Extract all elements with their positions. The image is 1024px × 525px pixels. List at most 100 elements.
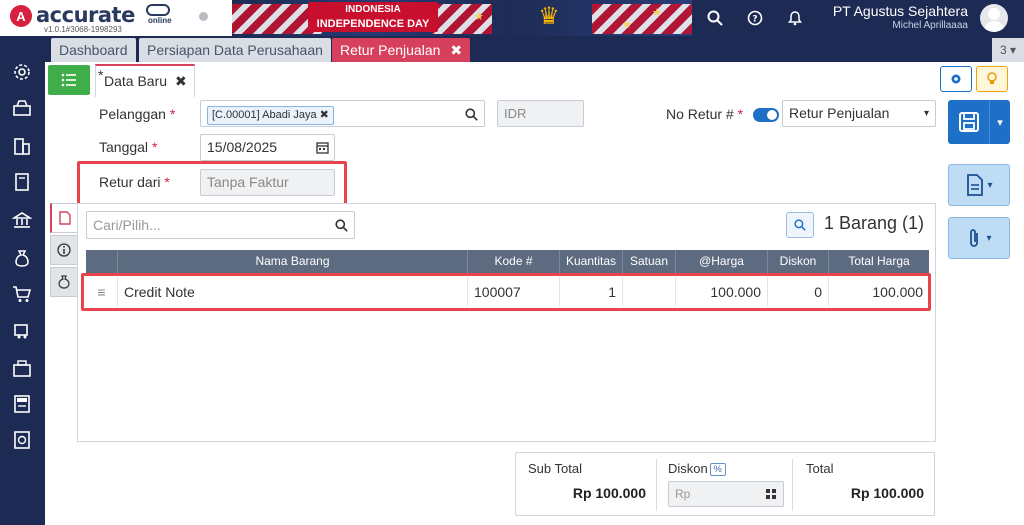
paperclip-icon	[970, 229, 979, 247]
tab-overflow-count[interactable]: 3 ▾	[992, 38, 1024, 62]
highlight-item-row	[81, 273, 931, 311]
tab-label: Dashboard	[59, 42, 128, 58]
lightbulb-icon	[987, 72, 997, 84]
item-search-input[interactable]: Cari/Pilih...	[86, 211, 355, 239]
auto-number-toggle[interactable]	[753, 108, 779, 122]
total-label: Total	[806, 461, 834, 476]
tab-count-value: 3	[999, 43, 1007, 57]
main-panel: * Data Baru ✖ Pelanggan * [C.00001] Abadi…	[45, 62, 1024, 525]
gear-icon	[951, 74, 961, 84]
status-dot	[199, 12, 208, 21]
diskon-label-text: Diskon	[668, 461, 708, 476]
app-version: v1.0.1#3068-1998293	[44, 25, 122, 34]
column-header[interactable]: Diskon	[767, 250, 828, 273]
garuda-icon: ♛	[538, 3, 560, 30]
document-icon	[58, 211, 71, 225]
list-view-button[interactable]	[48, 65, 90, 95]
purchase-icon[interactable]	[10, 318, 34, 342]
tab-bar: Dashboard Persiapan Data Perusahaan Retu…	[45, 36, 1024, 62]
search-icon	[794, 219, 806, 231]
currency-field: IDR	[497, 100, 584, 127]
tanggal-field[interactable]: 15/08/2025	[200, 134, 335, 161]
tips-button[interactable]	[976, 66, 1008, 92]
percent-toggle[interactable]: %	[709, 463, 726, 476]
document-icon	[967, 174, 984, 196]
save-button[interactable]	[948, 100, 990, 144]
retur-dari-label: Retur dari *	[99, 174, 170, 190]
chevron-down-icon[interactable]: ▾	[990, 100, 1010, 144]
banner-title: INDONESIA INDEPENDENCE DAY	[308, 2, 438, 32]
pelanggan-field[interactable]: [C.00001] Abadi Jaya ✖	[200, 100, 485, 127]
settings-icon[interactable]	[10, 60, 34, 84]
diskon-input[interactable]: Rp	[668, 481, 784, 507]
banner-title-line2: INDEPENDENCE DAY	[316, 18, 430, 30]
warehouse-icon[interactable]	[10, 356, 34, 380]
tab-label: Persiapan Data Perusahaan	[147, 42, 323, 58]
calendar-icon[interactable]	[316, 141, 329, 154]
customer-chip-label: [C.00001] Abadi Jaya	[212, 109, 317, 121]
column-header[interactable]: Kode #	[467, 250, 559, 273]
close-icon[interactable]: ✖	[175, 73, 187, 89]
subtotal-label: Sub Total	[528, 461, 582, 476]
remove-chip-icon[interactable]: ✖	[320, 109, 329, 121]
tab-detail-items[interactable]	[50, 203, 78, 233]
close-icon[interactable]: ✖	[450, 42, 462, 58]
column-header[interactable]: @Harga	[675, 250, 767, 273]
money-bag-icon	[58, 275, 70, 289]
banner-flag-right	[592, 4, 692, 34]
calculator-icon[interactable]	[765, 488, 777, 500]
save-button-group[interactable]: ▾	[948, 100, 1010, 144]
column-header[interactable]: Kuantitas	[559, 250, 622, 273]
left-sidebar	[0, 36, 45, 525]
logo-online-text: online	[148, 16, 172, 25]
inbox-icon[interactable]	[10, 96, 34, 120]
independence-day-banner: INDONESIA INDEPENDENCE DAY ♛ ★ ★ ★	[232, 0, 692, 36]
label-text: Retur dari	[99, 174, 161, 190]
required-mark: *	[169, 106, 176, 122]
tab-costs[interactable]	[50, 267, 78, 297]
tax-icon[interactable]	[10, 392, 34, 416]
help-icon[interactable]: ?	[744, 7, 766, 29]
company-name[interactable]: PT Agustus Sejahtera	[826, 3, 968, 19]
tab-dashboard[interactable]: Dashboard	[51, 38, 136, 62]
column-header[interactable]: Total Harga	[828, 250, 929, 273]
attachment-button[interactable]: ▾	[948, 217, 1010, 259]
settings-button[interactable]	[940, 66, 972, 92]
app-logo[interactable]: A accurate online v1.0.1#3068-1998293	[0, 0, 232, 36]
logo-mark: A	[10, 5, 32, 27]
tab-info[interactable]	[50, 235, 78, 265]
diskon-placeholder: Rp	[675, 487, 691, 501]
avatar[interactable]	[980, 4, 1008, 32]
search-items-button[interactable]	[786, 212, 814, 238]
total-value: Rp 100.000	[850, 485, 924, 501]
search-icon[interactable]	[465, 108, 478, 121]
column-header[interactable]: Nama Barang	[117, 250, 467, 273]
detail-items-panel: Cari/Pilih... 1 Barang (1) Nama Barang K…	[77, 203, 936, 442]
label-text: Tanggal	[99, 139, 149, 155]
no-retur-label: No Retur # *	[666, 106, 743, 122]
required-mark: *	[737, 106, 744, 122]
book-icon[interactable]	[10, 170, 34, 194]
column-header[interactable]: Satuan	[622, 250, 675, 273]
cloud-icon	[146, 4, 170, 16]
tanggal-label: Tanggal *	[99, 139, 157, 155]
building-icon[interactable]	[10, 134, 34, 158]
chevron-down-icon: ▾	[986, 232, 992, 244]
money-bag-icon[interactable]	[10, 246, 34, 270]
notification-bell-icon[interactable]	[784, 7, 806, 29]
customer-chip[interactable]: [C.00001] Abadi Jaya ✖	[207, 106, 334, 125]
document-button[interactable]: ▾	[948, 164, 1010, 206]
user-name: Michel Aprillaaaa	[892, 20, 968, 31]
subtab-data-baru[interactable]: * Data Baru ✖	[95, 64, 195, 97]
chevron-down-icon: ▾	[923, 108, 929, 119]
item-count: 1 Barang (1)	[824, 213, 925, 233]
tab-persiapan-data[interactable]: Persiapan Data Perusahaan	[139, 38, 331, 62]
bank-icon[interactable]	[10, 208, 34, 232]
cart-icon[interactable]	[10, 282, 34, 306]
unsaved-marker: *	[98, 67, 104, 83]
no-retur-select[interactable]: Retur Penjualan ▾	[782, 100, 936, 127]
search-icon[interactable]	[704, 7, 726, 29]
report-icon[interactable]	[10, 428, 34, 452]
search-icon[interactable]	[335, 219, 348, 232]
tab-retur-penjualan[interactable]: Retur Penjualan ✖	[332, 38, 471, 62]
